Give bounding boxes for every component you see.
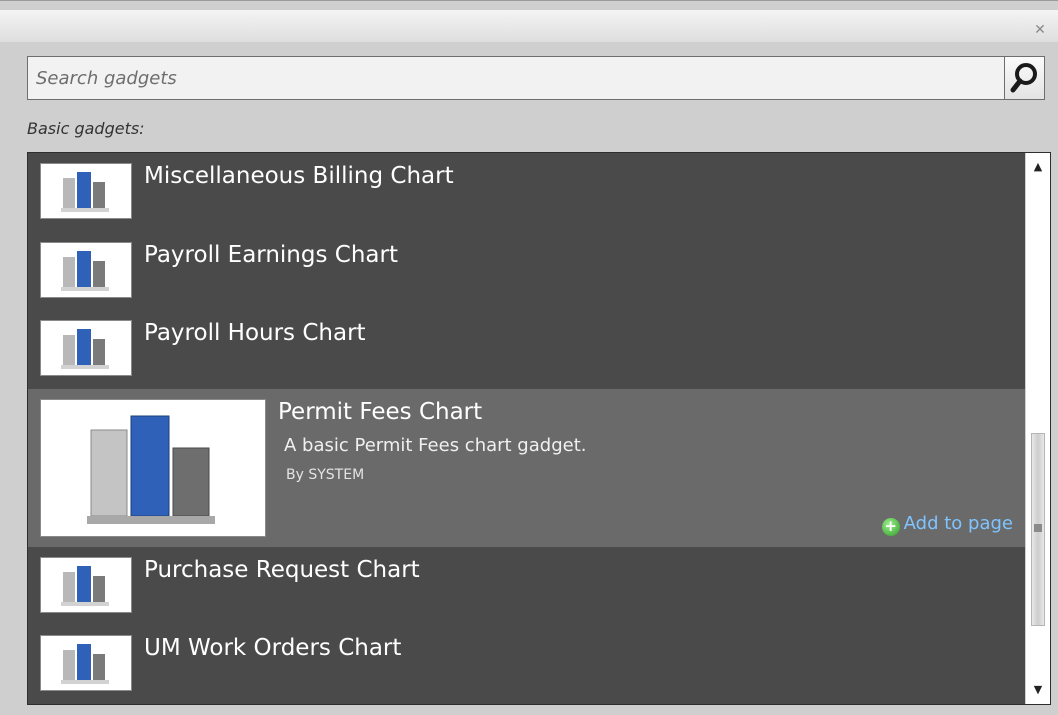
bar-chart-thumbnail-icon (40, 320, 132, 376)
scroll-thumb[interactable] (1031, 433, 1045, 626)
bar-chart-thumbnail-icon (40, 635, 132, 691)
bar-chart-thumbnail-icon (40, 241, 132, 298)
panel-header-strip: ✕ (0, 10, 1058, 42)
scroll-up-arrow-icon[interactable]: ▲ (1026, 153, 1050, 181)
gadget-item-miscellaneous-billing-chart[interactable]: Miscellaneous Billing Chart (28, 153, 1025, 232)
gadget-item-um-work-orders-chart[interactable]: UM Work Orders Chart (28, 625, 1025, 704)
gadget-list-items: Miscellaneous Billing Chart Payroll Earn… (28, 153, 1025, 704)
gadget-item-permit-fees-chart[interactable]: Permit Fees Chart A basic Permit Fees ch… (28, 388, 1025, 547)
scroll-down-arrow-icon[interactable]: ▼ (1026, 676, 1050, 704)
close-icon[interactable]: ✕ (1032, 22, 1048, 38)
gadget-author: By SYSTEM (286, 466, 365, 483)
gadget-list: Miscellaneous Billing Chart Payroll Earn… (27, 152, 1051, 705)
scroll-grip-icon (1034, 524, 1042, 532)
bar-chart-thumbnail-icon (40, 398, 266, 537)
gadget-title: Payroll Hours Chart (144, 320, 366, 346)
search-icon (1010, 63, 1037, 93)
gadget-item-payroll-hours-chart[interactable]: Payroll Hours Chart (28, 310, 1025, 389)
gadget-title: Purchase Request Chart (144, 556, 420, 583)
gadget-title: Miscellaneous Billing Chart (144, 163, 454, 189)
search-input[interactable] (28, 57, 1004, 99)
gadget-description: A basic Permit Fees chart gadget. (284, 434, 587, 456)
add-to-page-link[interactable]: + Add to page (881, 512, 1013, 536)
list-scrollbar[interactable]: ▲ ▼ (1025, 153, 1050, 704)
add-icon: + (881, 517, 900, 536)
gadget-title: UM Work Orders Chart (144, 635, 402, 661)
search-button[interactable] (1004, 57, 1044, 99)
section-label: Basic gadgets: (27, 119, 145, 138)
gadget-item-payroll-earnings-chart[interactable]: Payroll Earnings Chart (28, 232, 1025, 311)
gadget-picker-panel: ✕ Basic gadgets: Miscel (0, 0, 1058, 715)
add-to-page-label: Add to page (903, 512, 1013, 534)
gadget-title: Payroll Earnings Chart (144, 241, 398, 268)
bar-chart-thumbnail-icon (40, 556, 132, 613)
gadget-item-purchase-request-chart[interactable]: Purchase Request Chart (28, 547, 1025, 626)
search-box (27, 56, 1045, 100)
gadget-title: Permit Fees Chart (278, 398, 483, 425)
bar-chart-thumbnail-icon (40, 163, 132, 219)
